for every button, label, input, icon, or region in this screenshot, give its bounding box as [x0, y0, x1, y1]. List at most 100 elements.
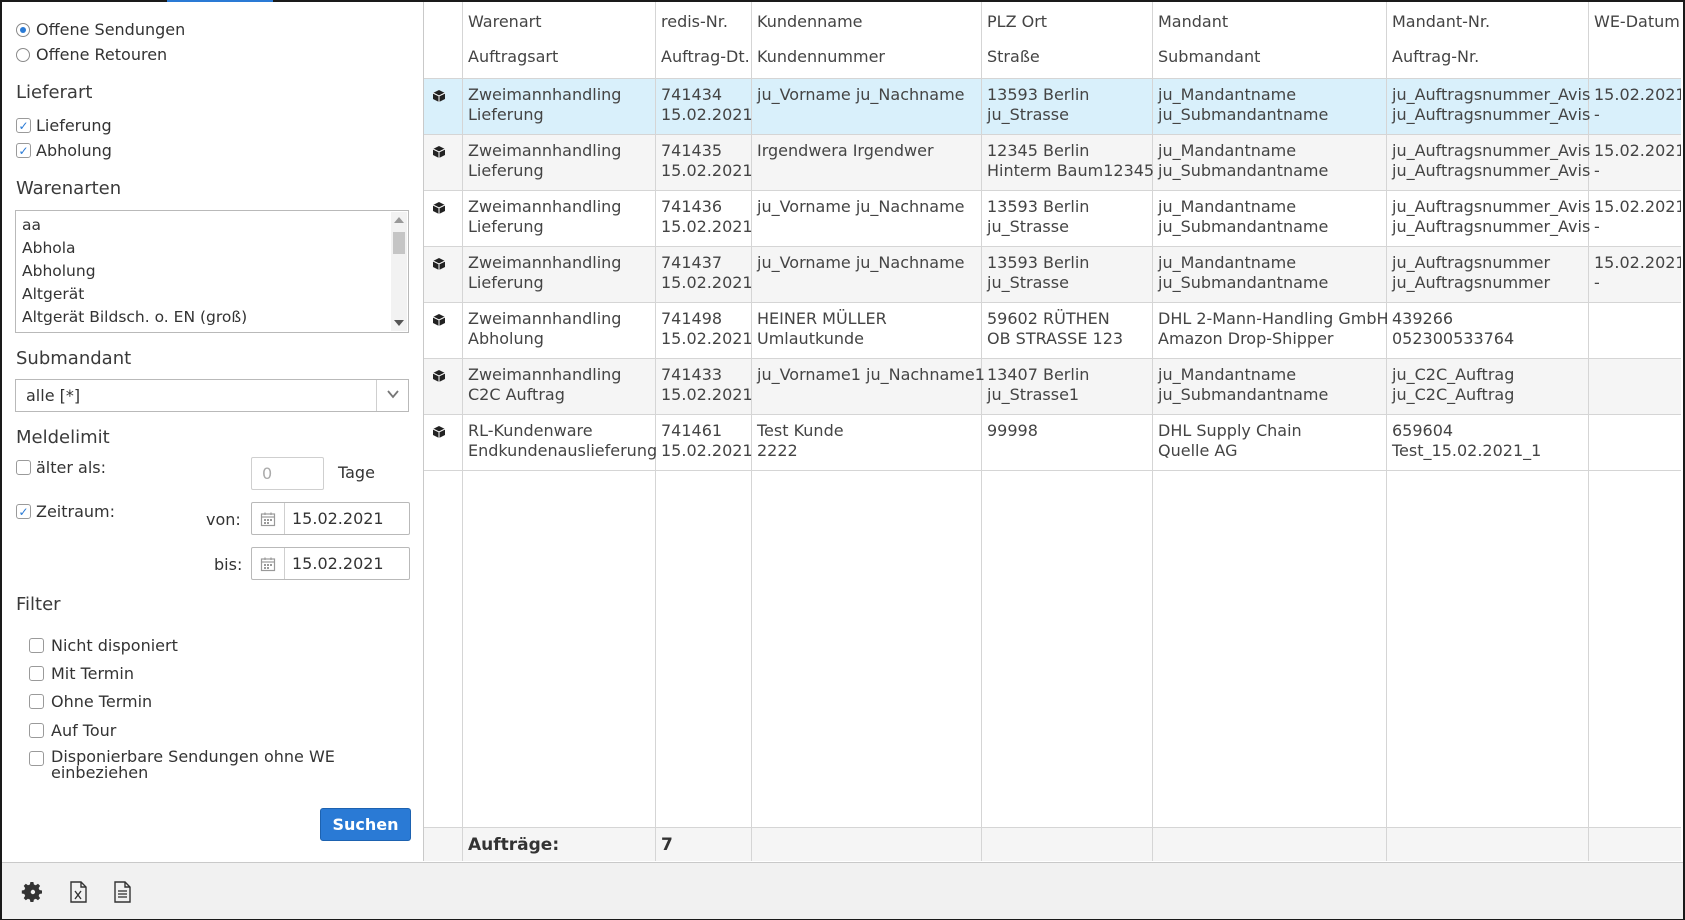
cell-warenart: Zweimannhandling [468, 197, 622, 216]
cell-plz-ort: 59602 RÜTHEN [987, 309, 1110, 328]
warenarten-listbox[interactable]: aa Abhola Abholung Altgerät Altgerät Bil… [15, 210, 409, 333]
cell-auftrag-dt: 15.02.2021 [661, 441, 753, 460]
checkbox-nicht-disponiert[interactable]: Nicht disponiert [29, 636, 178, 655]
excel-export-icon[interactable] [66, 880, 90, 904]
bis-date-input[interactable]: 15.02.2021 [251, 547, 410, 580]
header-submandant[interactable]: Submandant [1158, 47, 1260, 66]
cell-we-datum-2: - [1594, 217, 1600, 236]
header-auftrag-dt[interactable]: Auftrag-Dt. [661, 47, 750, 66]
cell-kundenname: ju_Vorname ju_Nachname [757, 197, 965, 216]
package-icon[interactable] [432, 369, 446, 383]
list-item[interactable]: aa [22, 216, 41, 234]
cell-auftragsart: Lieferung [468, 105, 544, 124]
checkbox[interactable] [29, 666, 44, 681]
cell-submandant: ju_Submandantname [1158, 161, 1329, 180]
cell-kundenname: ju_Vorname ju_Nachname [757, 253, 965, 272]
divider [376, 380, 377, 411]
header-mandant[interactable]: Mandant [1158, 12, 1228, 31]
column-divider [462, 2, 463, 861]
checkbox-zeitraum[interactable]: ✓ Zeitraum: [16, 502, 115, 521]
radio-offene-sendungen[interactable]: Offene Sendungen [16, 20, 185, 39]
radio-offene-retouren[interactable]: Offene Retouren [16, 45, 167, 64]
von-date-value: 15.02.2021 [292, 509, 384, 528]
radio-button[interactable] [16, 47, 30, 62]
cell-auftragsart: Abholung [468, 329, 544, 348]
cell-redis-nr: 741434 [661, 85, 723, 104]
radio-button[interactable] [16, 22, 30, 37]
checkbox[interactable] [29, 723, 44, 738]
orders-table: Aufträge: 7 Warenart Auftragsart redis-N… [424, 2, 1681, 861]
filter-sidebar: Offene Sendungen Offene Retouren Liefera… [2, 2, 424, 861]
checkbox-ohne-we[interactable]: Disponierbare Sendungen ohne WE einbezie… [29, 749, 335, 781]
cell-redis-nr: 741437 [661, 253, 723, 272]
cell-mandant: ju_Mandantname [1158, 141, 1297, 160]
checkbox[interactable]: ✓ [16, 118, 31, 133]
package-icon[interactable] [432, 89, 446, 103]
list-item[interactable]: Altgerät [22, 285, 84, 303]
cell-auftrag-nr: ju_C2C_Auftrag [1392, 385, 1515, 404]
document-icon[interactable] [110, 880, 134, 904]
header-we-datum[interactable]: WE-Datum [1594, 12, 1680, 31]
cell-mandant: ju_Mandantname [1158, 365, 1297, 384]
cell-we-datum: 15.02.2021 [1594, 197, 1681, 216]
package-icon[interactable] [432, 201, 446, 215]
calendar-icon[interactable] [252, 548, 285, 579]
bottom-toolbar [2, 862, 1683, 919]
cell-we-datum: 15.02.2021 [1594, 85, 1681, 104]
list-item[interactable]: Abhola [22, 239, 76, 257]
list-item[interactable]: Abholung [22, 262, 96, 280]
gear-icon[interactable] [21, 880, 45, 904]
search-button[interactable]: Suchen [320, 808, 411, 841]
column-divider [1588, 2, 1589, 861]
listbox-scrollbar[interactable] [391, 212, 407, 331]
cell-plz-ort: 13593 Berlin [987, 197, 1090, 216]
header-kundennummer[interactable]: Kundennummer [757, 47, 885, 66]
header-mandant-nr[interactable]: Mandant-Nr. [1392, 12, 1490, 31]
table-header [424, 2, 1681, 78]
header-auftrag-nr[interactable]: Auftrag-Nr. [1392, 47, 1479, 66]
calendar-icon[interactable] [252, 503, 285, 534]
cell-kundenname: ju_Vorname1 ju_Nachname1 [757, 365, 985, 384]
header-warenart[interactable]: Warenart [468, 12, 541, 31]
package-icon[interactable] [432, 425, 446, 439]
header-auftragsart[interactable]: Auftragsart [468, 47, 558, 66]
cell-mandant: ju_Mandantname [1158, 85, 1297, 104]
scroll-up-arrow-icon[interactable] [394, 217, 404, 223]
scrollbar-thumb[interactable] [393, 232, 405, 254]
header-strasse[interactable]: Straße [987, 47, 1040, 66]
package-icon[interactable] [432, 257, 446, 271]
cell-redis-nr: 741433 [661, 365, 723, 384]
header-plz-ort[interactable]: PLZ Ort [987, 12, 1047, 31]
cell-mandant-nr: 659604 [1392, 421, 1454, 440]
checkbox[interactable] [16, 460, 31, 475]
checkbox[interactable] [29, 694, 44, 709]
checkbox[interactable] [29, 751, 44, 766]
checkbox[interactable] [29, 638, 44, 653]
checkbox-aelter-als[interactable]: älter als: [16, 458, 106, 477]
checkbox-ohne-termin[interactable]: Ohne Termin [29, 692, 152, 711]
checkbox[interactable]: ✓ [16, 143, 31, 158]
checkbox-abholung[interactable]: ✓ Abholung [16, 141, 112, 160]
package-icon[interactable] [432, 313, 446, 327]
von-date-input[interactable]: 15.02.2021 [251, 502, 410, 535]
submandant-select[interactable]: alle [*] [15, 379, 409, 412]
chevron-down-icon[interactable] [386, 386, 400, 405]
list-item[interactable]: Altgerät Bildsch. o. EN (groß) [22, 308, 247, 326]
cell-submandant: ju_Submandantname [1158, 105, 1329, 124]
cell-auftragsart: Endkundenauslieferung [468, 441, 658, 460]
scroll-down-arrow-icon[interactable] [394, 320, 404, 326]
header-redis-nr[interactable]: redis-Nr. [661, 12, 728, 31]
cell-plz-ort: 99998 [987, 421, 1038, 440]
cell-warenart: RL-Kundenware [468, 421, 593, 440]
checkbox-mit-termin[interactable]: Mit Termin [29, 664, 134, 683]
cell-redis-nr: 741498 [661, 309, 723, 328]
cell-kundenname: Irgendwera Irgendwer [757, 141, 934, 160]
cell-warenart: Zweimannhandling [468, 85, 622, 104]
checkbox-auf-tour[interactable]: Auf Tour [29, 721, 116, 740]
section-title-lieferart: Lieferart [16, 82, 93, 103]
checkbox[interactable]: ✓ [16, 504, 31, 519]
header-kundenname[interactable]: Kundenname [757, 12, 863, 31]
checkbox-lieferung[interactable]: ✓ Lieferung [16, 116, 112, 135]
days-input[interactable]: 0 [251, 457, 324, 490]
package-icon[interactable] [432, 145, 446, 159]
